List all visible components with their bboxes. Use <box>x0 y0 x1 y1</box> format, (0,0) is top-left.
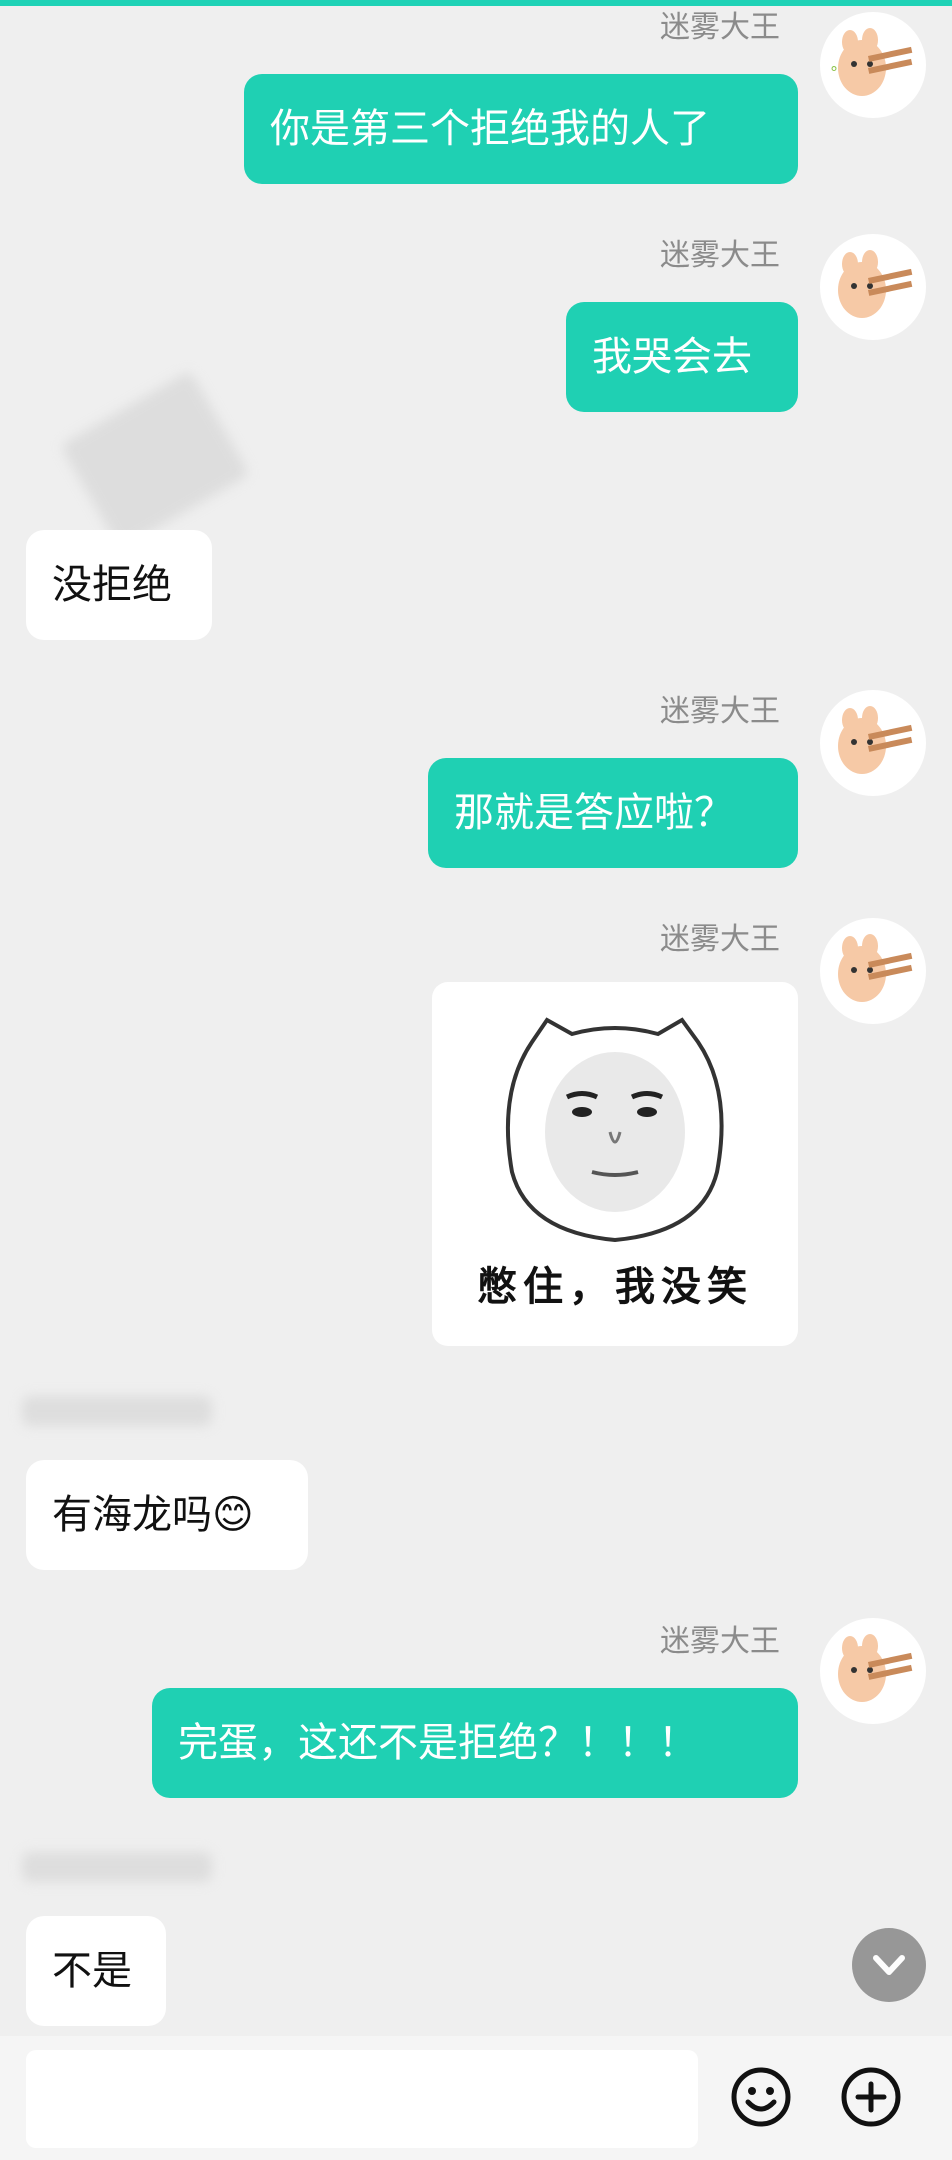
message-text: 完蛋，这还不是拒绝？！！！ <box>178 1720 698 1766</box>
sticker-caption: 憋住，我没笑 <box>477 1264 753 1310</box>
sender-name: 迷雾大王 <box>660 238 780 273</box>
svg-text:°: ° <box>830 63 838 82</box>
avatar[interactable] <box>820 234 926 340</box>
smiley-icon[interactable] <box>730 2066 792 2128</box>
message-text: 你是第三个拒绝我的人了 <box>270 106 710 152</box>
message-bubble-sent[interactable]: 那就是答应啦？ <box>428 758 798 868</box>
sender-name: 迷雾大王 <box>660 1624 780 1659</box>
message-input[interactable] <box>26 2050 698 2148</box>
message-bubble-sent[interactable]: 我哭会去 <box>566 302 798 412</box>
message-bubble-received[interactable]: 有海龙吗😊 <box>26 1460 308 1570</box>
sender-name: 迷雾大王 <box>660 694 780 729</box>
message-bubble-received[interactable]: 没拒绝 <box>26 530 212 640</box>
sticker-image[interactable]: 憋住，我没笑 <box>432 982 798 1346</box>
avatar[interactable] <box>820 1618 926 1724</box>
sender-name: 迷雾大王 <box>660 10 780 45</box>
message-text: 那就是答应啦？ <box>454 790 734 836</box>
avatar[interactable] <box>820 690 926 796</box>
blurred-sender-name <box>22 1852 212 1882</box>
message-text: 有海龙吗😊 <box>52 1492 254 1538</box>
blurred-sender-name <box>22 1396 212 1426</box>
plus-circle-icon[interactable] <box>840 2066 902 2128</box>
message-text: 不是 <box>52 1948 132 1994</box>
message-text: 没拒绝 <box>52 562 172 608</box>
scroll-to-bottom-button[interactable] <box>852 1928 926 2002</box>
blurred-avatar <box>60 370 250 550</box>
avatar[interactable] <box>820 918 926 1024</box>
message-bubble-received[interactable]: 不是 <box>26 1916 166 2026</box>
message-text: 我哭会去 <box>592 334 752 380</box>
chevron-down-icon <box>873 1955 905 1975</box>
message-bubble-sent[interactable]: 你是第三个拒绝我的人了 <box>244 74 798 184</box>
message-bubble-sent[interactable]: 完蛋，这还不是拒绝？！！！ <box>152 1688 798 1798</box>
avatar[interactable]: ° <box>820 12 926 118</box>
input-bar <box>0 2036 952 2160</box>
top-accent-bar <box>0 0 952 6</box>
sender-name: 迷雾大王 <box>660 922 780 957</box>
